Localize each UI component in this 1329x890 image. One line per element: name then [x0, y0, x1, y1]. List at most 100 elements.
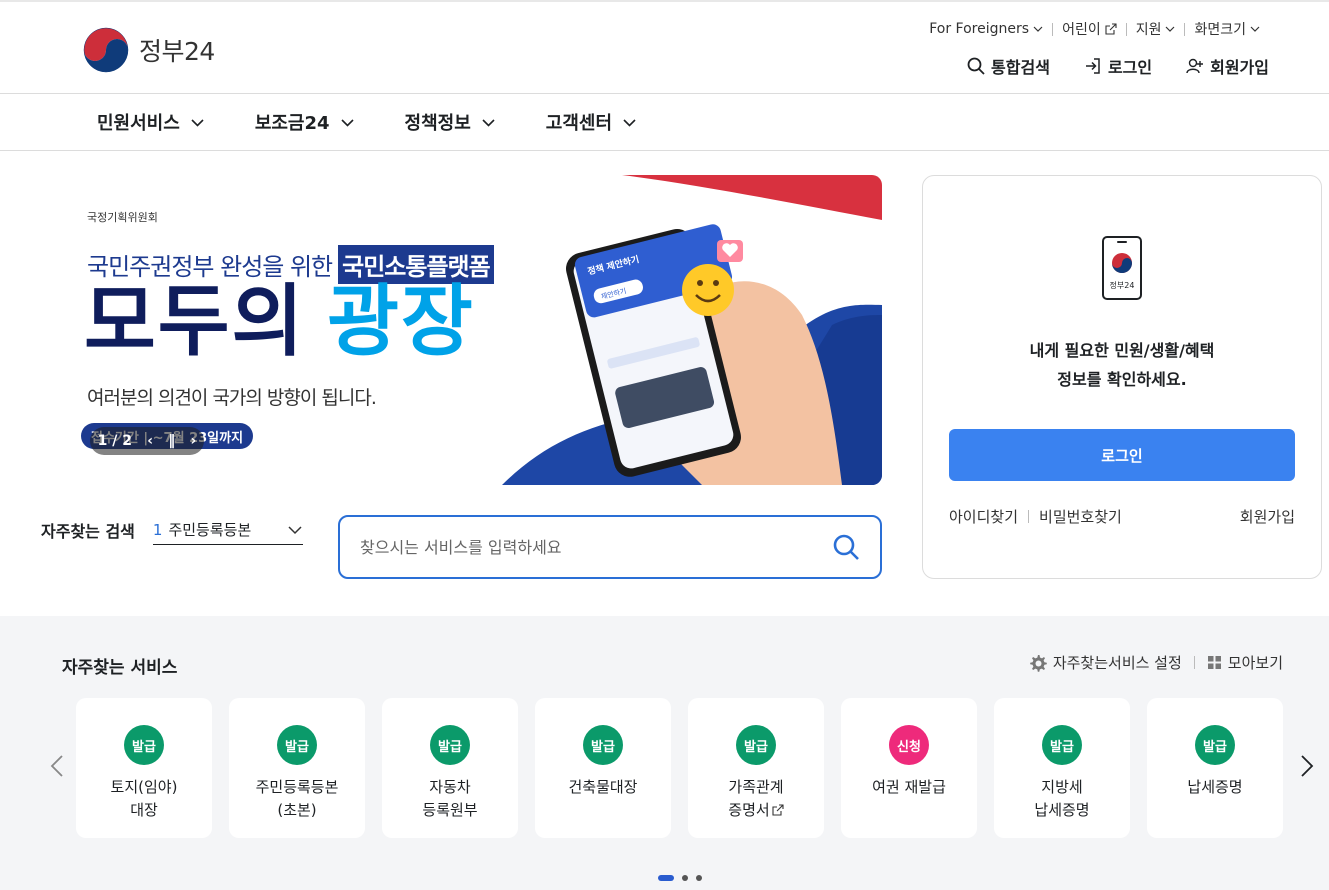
gnb-customer-center[interactable]: 고객센터 — [546, 109, 637, 135]
gnb-label: 민원서비스 — [97, 113, 180, 134]
util-foreigners[interactable]: For Foreigners — [920, 21, 1052, 37]
divider — [1028, 510, 1030, 523]
prev-slide-button[interactable]: ‹ — [147, 433, 153, 449]
service-card[interactable]: 발급토지(임야) 대장 — [76, 698, 212, 838]
frequent-search-value: 1 주민등록등본 — [153, 519, 251, 540]
service-card[interactable]: 신청여권 재발급 — [841, 698, 977, 838]
service-badge: 신청 — [889, 725, 929, 765]
service-card[interactable]: 발급자동차 등록원부 — [382, 698, 518, 838]
banner-subtitle: 여러분의 의견이 국가의 방향이 됩니다. — [87, 387, 377, 409]
search-input[interactable] — [360, 537, 832, 557]
carousel-dot[interactable] — [696, 875, 702, 881]
login-link[interactable]: 로그인 — [1084, 54, 1152, 78]
service-name: 가족관계 증명서 — [688, 776, 824, 822]
add-user-icon — [1186, 58, 1204, 74]
chevron-down-icon — [1166, 26, 1175, 32]
services-tools: 자주찾는서비스 설정 모아보기 — [1029, 652, 1283, 673]
frequent-search: 자주찾는 검색 1 주민등록등본 — [41, 515, 303, 545]
frequent-search-label: 자주찾는 검색 — [41, 522, 135, 541]
service-name: 주민등록등본 (초본) — [255, 778, 339, 819]
service-card[interactable]: 발급 지방세 납세증명 — [994, 698, 1130, 838]
service-card[interactable]: 발급주민등록등본 (초본) — [229, 698, 365, 838]
service-name: 건축물대장 — [568, 778, 638, 796]
carousel-dot[interactable] — [682, 875, 688, 881]
util-label: 어린이 — [1062, 22, 1101, 38]
chevron-down-icon — [1033, 26, 1043, 32]
util-label: For Foreigners — [929, 21, 1030, 37]
signup-link[interactable]: 회원가입 — [1240, 506, 1295, 527]
service-card[interactable]: 발급 납세증명 — [1147, 698, 1283, 838]
search-icon — [967, 57, 985, 75]
chevron-down-icon — [482, 118, 495, 127]
grid-icon — [1207, 656, 1221, 669]
link-label: 통합검색 — [991, 58, 1050, 77]
carousel-dot-active[interactable] — [658, 875, 674, 881]
divider — [1193, 656, 1195, 669]
frequent-search-text: 주민등록등본 — [168, 521, 252, 539]
phone-label: 정부24 — [1110, 280, 1135, 290]
banner-org: 국정기획위원회 — [87, 211, 158, 224]
service-cards: 발급 토지(임야) 대장 발급 주민등록등본 (초본) 발급 자동차 등록원부 발급 건… — [76, 698, 1283, 838]
section-title: 자주찾는 서비스 — [62, 658, 178, 678]
login-panel: 정부24 내게 필요한 민원/생활/혜택 정보를 확인하세요. 로그인 아이디찾… — [922, 175, 1322, 579]
gnb-label: 정책정보 — [404, 113, 471, 134]
carousel-dots — [658, 875, 702, 881]
util-support[interactable]: 지원 — [1127, 19, 1185, 39]
view-all-label: 모아보기 — [1227, 654, 1283, 672]
login-button[interactable]: 로그인 — [949, 429, 1295, 481]
frequent-search-select[interactable]: 1 주민등록등본 — [152, 515, 303, 545]
link-label: 로그인 — [1107, 58, 1153, 77]
banner-title: 모두의 광장 — [84, 283, 475, 361]
login-icon — [1085, 58, 1100, 74]
banner-illustration: 정책 제안하기 제안하기 — [502, 175, 882, 485]
util-screen-size[interactable]: 화면크기 — [1185, 19, 1269, 39]
service-name: 자동차 등록원부 — [422, 778, 478, 819]
service-name: 여권 재발급 — [872, 778, 946, 796]
banner-pager: 1 / 2 — [97, 433, 132, 449]
frequent-search-rank: 1 — [152, 521, 163, 539]
util-label: 화면크기 — [1194, 22, 1246, 38]
gnb-subsidy24[interactable]: 보조금24 — [255, 109, 355, 135]
promo-banner[interactable]: 국정기획위원회 국민주권정부 완성을 위한 국민소통플랫폼 모두의 광장 여러분의… — [78, 175, 882, 485]
chevron-down-icon — [340, 118, 354, 127]
external-link-icon — [1105, 23, 1117, 35]
pause-icon[interactable]: ‖ — [168, 433, 175, 449]
mobile-gov24-icon: 정부24 — [1102, 236, 1142, 300]
login-message: 내게 필요한 민원/생활/혜택 정보를 확인하세요. — [923, 336, 1321, 394]
banner-title-b: 광장 — [327, 277, 475, 367]
service-name: 토지(임야) 대장 — [110, 778, 178, 819]
hero-section: 국정기획위원회 국민주권정부 완성을 위한 국민소통플랫폼 모두의 광장 여러분의… — [0, 151, 1329, 615]
gnb-policy-info[interactable]: 정책정보 — [405, 109, 496, 135]
services-settings-link[interactable]: 자주찾는서비스 설정 — [1029, 652, 1182, 673]
logo-text: 정부24 — [139, 37, 215, 66]
chevron-left-icon[interactable] — [48, 754, 68, 778]
service-badge: 발급 — [430, 725, 470, 765]
frequent-services-section: 자주찾는 서비스 자주찾는서비스 설정 모아보기 발급토지(임야) 대장 발급주… — [0, 616, 1329, 890]
service-card[interactable]: 발급가족관계 증명서 — [688, 698, 824, 838]
gnb-civil-service[interactable]: 민원서비스 — [97, 109, 205, 135]
banner-pager-control: 1 / 2 ‹ ‖ › — [90, 427, 204, 455]
view-all-link[interactable]: 모아보기 — [1207, 652, 1283, 673]
settings-label: 자주찾는서비스 설정 — [1052, 654, 1182, 672]
next-slide-button[interactable]: › — [191, 433, 197, 449]
utility-menu: For Foreigners 어린이 지원 화면크기 — [920, 19, 1269, 39]
signup-link[interactable]: 회원가입 — [1186, 54, 1269, 78]
service-badge: 발급 — [736, 725, 776, 765]
taegeuk-logo-icon — [83, 27, 129, 73]
service-card[interactable]: 발급 건축물대장 — [535, 698, 671, 838]
util-kids[interactable]: 어린이 — [1053, 19, 1126, 39]
service-badge: 발급 — [277, 725, 317, 765]
login-helper-links: 아이디찾기 비밀번호찾기 회원가입 — [949, 506, 1295, 527]
service-badge: 발급 — [1195, 725, 1235, 765]
util-label: 지원 — [1135, 22, 1162, 38]
integrated-search-link[interactable]: 통합검색 — [967, 54, 1050, 78]
gnb-label: 고객센터 — [545, 113, 613, 134]
service-badge: 발급 — [124, 725, 164, 765]
logo-home-link[interactable]: 정부24 — [83, 27, 215, 73]
find-id-link[interactable]: 아이디찾기 — [949, 506, 1018, 527]
chevron-right-icon[interactable] — [1296, 754, 1316, 778]
chevron-down-icon — [1250, 26, 1260, 32]
search-icon[interactable] — [832, 533, 860, 561]
find-password-link[interactable]: 비밀번호찾기 — [1039, 506, 1122, 527]
header-main-links: 통합검색 로그인 회원가입 — [967, 54, 1269, 78]
